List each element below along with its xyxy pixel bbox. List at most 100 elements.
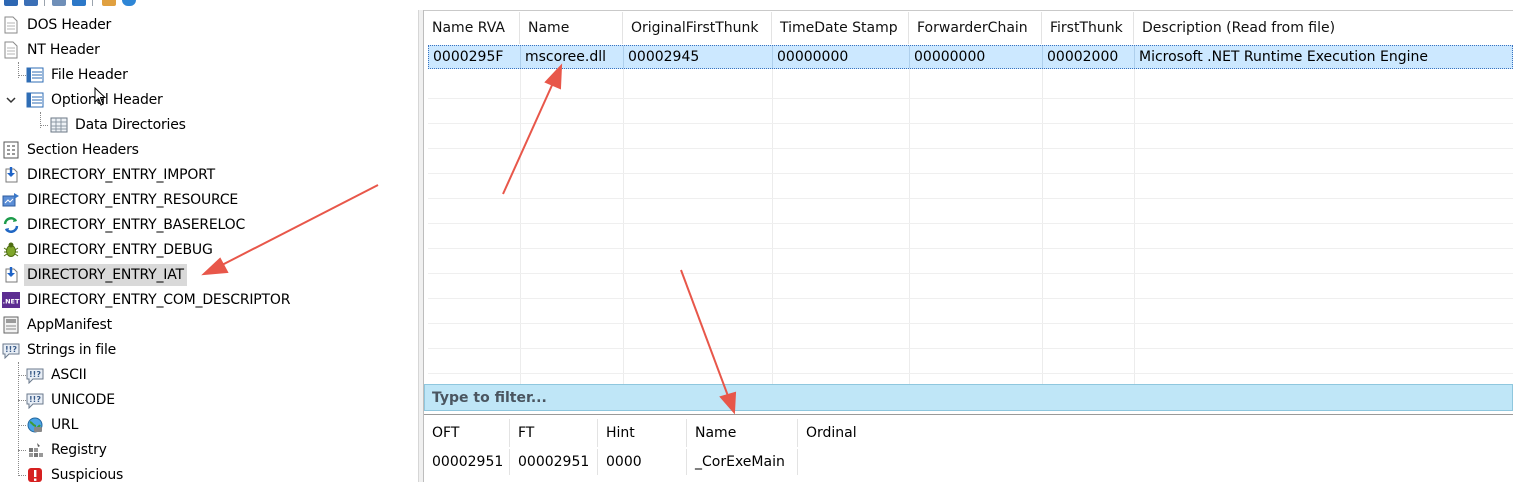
toolbar-separator: [44, 0, 45, 6]
filter-input[interactable]: Type to filter...: [424, 384, 1513, 411]
column-header[interactable]: Ordinal: [798, 419, 918, 447]
tree-item-appmanifest[interactable]: AppManifest: [2, 313, 115, 337]
column-header[interactable]: Hint: [598, 419, 687, 447]
tree-item-label: Suspicious: [51, 467, 124, 482]
pe-structure-tree[interactable]: DOS Header NT Header File Header Optiona…: [0, 10, 418, 482]
tree-item-unicode[interactable]: !!? UNICODE: [26, 388, 118, 412]
grid-line: [623, 69, 624, 384]
column-header[interactable]: OFT: [424, 419, 510, 447]
import-icon: [5, 267, 18, 283]
tree-connector: [18, 362, 19, 474]
column-header[interactable]: Name: [520, 12, 623, 44]
tree-item-directory-entry-import[interactable]: DIRECTORY_ENTRY_IMPORT: [2, 163, 218, 187]
tree-item-registry[interactable]: Registry: [26, 438, 110, 462]
tree-item-label: NT Header: [27, 42, 100, 58]
grid-line: [428, 223, 1513, 224]
tree-item-label: ASCII: [51, 367, 87, 383]
tree-item-directory-entry-debug[interactable]: DIRECTORY_ENTRY_DEBUG: [2, 238, 216, 262]
document-icon: [4, 41, 18, 59]
grid-line: [428, 173, 1513, 174]
bug-icon: [3, 242, 19, 257]
tree-item-directory-entry-com-descriptor[interactable]: .NET DIRECTORY_ENTRY_COM_DESCRIPTOR: [2, 288, 293, 312]
table-icon: [26, 67, 44, 83]
chevron-down-icon[interactable]: [4, 93, 18, 107]
tree-item-label: DOS Header: [27, 17, 112, 33]
table-row[interactable]: 0000295F mscoree.dll 00002945 00000000 0…: [428, 45, 1513, 69]
tree-item-directory-entry-resource[interactable]: DIRECTORY_ENTRY_RESOURCE: [2, 188, 241, 212]
table-cell: [798, 449, 918, 475]
tree-item-directory-entry-iat[interactable]: DIRECTORY_ENTRY_IAT: [2, 263, 187, 287]
table-cell: 0000: [598, 449, 687, 475]
strings-icon: !!?: [26, 368, 44, 384]
table-cell: 00002945: [624, 46, 773, 68]
tree-connector: [18, 450, 26, 451]
grid-line: [428, 348, 1513, 349]
tree-item-url[interactable]: URL: [26, 413, 81, 437]
tree-item-label: Data Directories: [75, 117, 186, 133]
tree-connector: [18, 375, 26, 376]
info-icon[interactable]: [122, 0, 136, 6]
open-file-icon[interactable]: [4, 0, 18, 6]
tree-item-file-header[interactable]: File Header: [26, 63, 131, 87]
column-header[interactable]: Name: [687, 419, 798, 447]
table-cell: 00002951: [510, 449, 598, 475]
table-cell: 0000295F: [429, 46, 521, 68]
tree-item-section-headers[interactable]: Section Headers: [2, 138, 142, 162]
grid-line: [1134, 69, 1135, 384]
column-header[interactable]: OriginalFirstThunk: [623, 12, 772, 44]
tree-item-strings-in-file[interactable]: !!? Strings in file: [2, 338, 119, 362]
imported-functions-table[interactable]: OFT FT Hint Name Ordinal 00002951 000029…: [424, 414, 1513, 482]
column-header[interactable]: FT: [510, 419, 598, 447]
grid-line: [428, 248, 1513, 249]
tools-icon[interactable]: [102, 0, 116, 6]
tree-item-label: DIRECTORY_ENTRY_DEBUG: [27, 242, 213, 258]
column-header[interactable]: TimeDate Stamp: [772, 12, 909, 44]
grid-line: [428, 323, 1513, 324]
table-icon: [26, 92, 44, 108]
tree-item-label: DIRECTORY_ENTRY_BASERELOC: [27, 217, 246, 233]
tree-item-nt-header[interactable]: NT Header: [2, 38, 103, 62]
table-cell: 00002951: [424, 449, 510, 475]
table-header: OFT FT Hint Name Ordinal: [424, 419, 918, 447]
mouse-cursor-icon: [94, 87, 107, 106]
tree-item-directory-entry-basereloc[interactable]: DIRECTORY_ENTRY_BASERELOC: [2, 213, 248, 237]
back-icon[interactable]: [72, 0, 86, 6]
export-icon[interactable]: [52, 0, 66, 6]
tree-item-label: File Header: [51, 67, 128, 83]
grid-table-icon: [50, 117, 68, 133]
tree-item-dos-header[interactable]: DOS Header: [2, 13, 114, 37]
column-header[interactable]: Description (Read from file): [1134, 12, 1513, 44]
svg-text:!!?: !!?: [29, 395, 41, 404]
save-icon[interactable]: [24, 0, 38, 6]
column-header[interactable]: ForwarderChain: [909, 12, 1042, 44]
grid-line: [428, 148, 1513, 149]
grid-line: [428, 373, 1513, 374]
dotnet-badge: .NET: [3, 298, 20, 306]
grid-line: [428, 98, 1513, 99]
sections-icon: [3, 141, 19, 159]
toolbar: [0, 0, 200, 10]
grid-line: [428, 298, 1513, 299]
tree-item-label: DIRECTORY_ENTRY_COM_DESCRIPTOR: [27, 292, 291, 308]
table-cell: mscoree.dll: [521, 46, 624, 68]
grid-line: [772, 69, 773, 384]
table-row[interactable]: 00002951 00002951 0000 _CorExeMain: [424, 449, 918, 475]
tree-connector: [18, 75, 26, 76]
dotnet-icon: .NET: [2, 292, 20, 308]
tree-item-ascii[interactable]: !!? ASCII: [26, 363, 90, 387]
table-cell: _CorExeMain: [687, 449, 798, 475]
tree-item-label: DIRECTORY_ENTRY_RESOURCE: [27, 192, 239, 208]
import-directory-table[interactable]: Name RVA Name OriginalFirstThunk TimeDat…: [424, 10, 1513, 384]
filter-placeholder: Type to filter...: [432, 390, 547, 406]
tree-item-label: UNICODE: [51, 392, 115, 408]
column-header[interactable]: FirstThunk: [1042, 12, 1134, 44]
strings-icon: !!?: [2, 343, 20, 359]
tree-item-suspicious[interactable]: Suspicious: [26, 463, 126, 482]
table-header: Name RVA Name OriginalFirstThunk TimeDat…: [424, 12, 1513, 44]
grid-line: [1042, 69, 1043, 384]
column-header[interactable]: Name RVA: [424, 12, 520, 44]
tree-connector: [18, 425, 26, 426]
grid-line: [428, 198, 1513, 199]
tree-item-data-directories[interactable]: Data Directories: [50, 113, 189, 137]
table-cell: 00002000: [1043, 46, 1135, 68]
